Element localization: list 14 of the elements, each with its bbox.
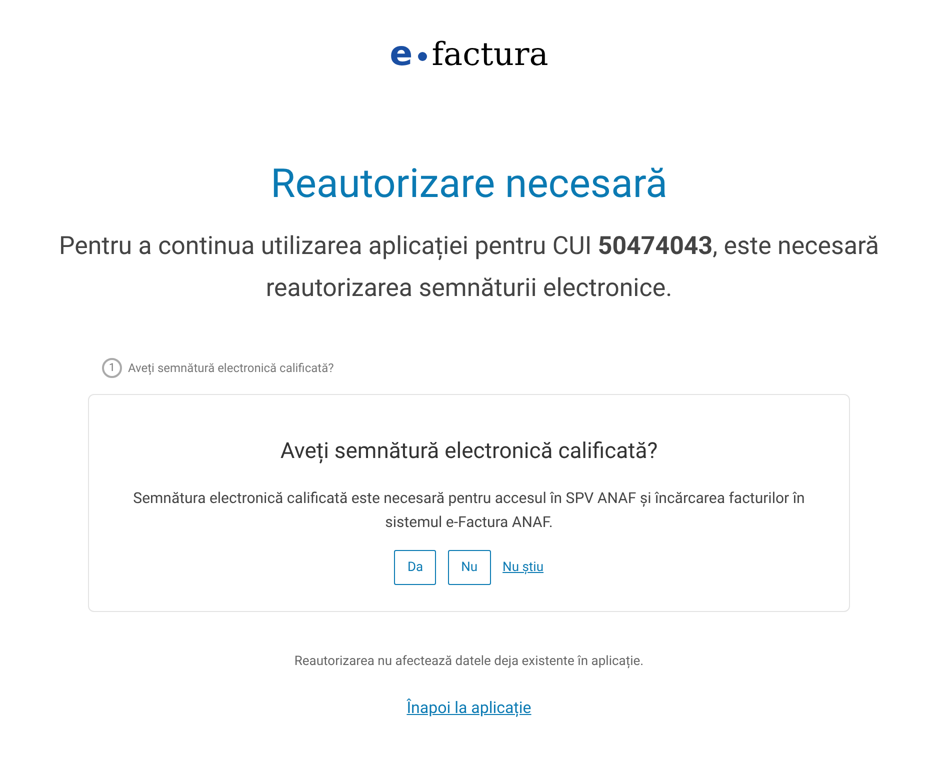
logo-name: factura — [432, 38, 548, 70]
logo-prefix: e — [390, 37, 413, 71]
question-title: Aveți semnătură electronică calificată? — [280, 438, 658, 466]
question-description: Semnătura electronică calificată este necesară pentru accesul în SPV ANAF și încărcarea facturilor în sistemul e-Factura ANAF. — [132, 488, 806, 533]
intro-text: Pentru a continua utilizarea aplicației pentru CUI 50474043, este necesară reautorizarea semnăturii electronice. — [58, 231, 880, 305]
dot-icon — [418, 52, 427, 60]
answer-button[interactable]: Nu — [448, 550, 491, 585]
step-number: 1 — [102, 358, 122, 378]
answer-button[interactable]: Da — [394, 550, 436, 585]
page-title: Reautorizare necesară — [270, 160, 668, 208]
answer-link[interactable]: Nu știu — [502, 558, 544, 578]
back-link[interactable]: Înapoi la aplicație — [406, 696, 532, 720]
note-text: Reautorizarea nu afectează datele deja existente în aplicație. — [294, 653, 644, 671]
step-label: Aveți semnătură electronică calificată? — [128, 360, 334, 377]
